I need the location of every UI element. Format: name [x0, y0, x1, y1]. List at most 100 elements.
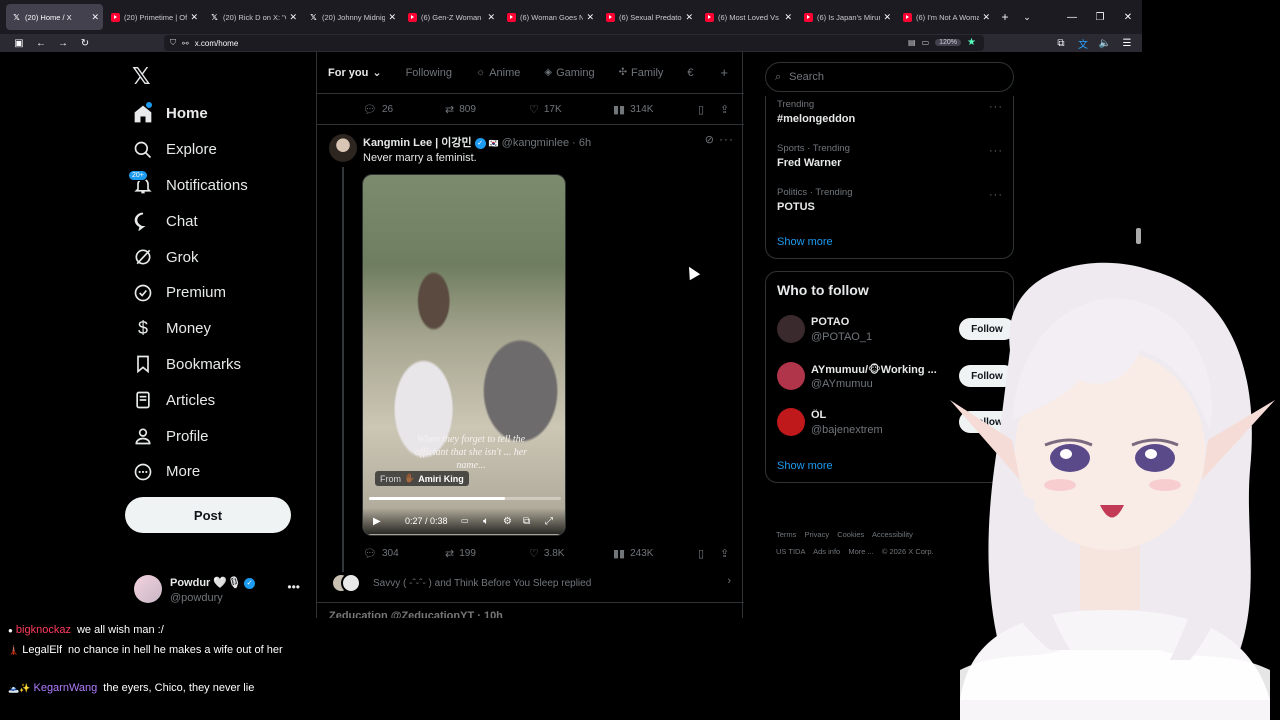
views-button[interactable]: ▮▮ 243K [613, 547, 653, 560]
share-button[interactable]: ⇪ [720, 103, 729, 116]
more-options-icon[interactable]: ••• [287, 580, 300, 594]
x-logo-icon[interactable]: 𝕏 [132, 64, 156, 88]
sidebar-item-chat[interactable]: Chat [132, 203, 248, 239]
browser-tab[interactable]: (6) I'm Not A Woma ✕ [897, 4, 994, 30]
sidebar-item-notifications[interactable]: 20+ Notifications [128, 168, 248, 204]
captions-icon[interactable]: ▭ [461, 516, 469, 525]
share-button[interactable]: ⇪ [720, 547, 729, 560]
sidebar-item-profile[interactable]: Profile [132, 418, 248, 454]
new-tab-icon[interactable]: + [994, 10, 1016, 24]
bookmark-button[interactable]: ▯ [698, 103, 704, 116]
close-tab-icon[interactable]: ✕ [487, 12, 495, 23]
trend-item[interactable]: Sports · Trending Fred Warner ··· [777, 143, 1003, 169]
close-tab-icon[interactable]: ✕ [388, 12, 396, 23]
tab-family[interactable]: ✣ Family [619, 67, 664, 79]
tab-overflow[interactable]: € [687, 67, 693, 79]
sidebar-toggle-icon[interactable]: ▣ [8, 38, 30, 49]
sidebar-item-bookmarks[interactable]: Bookmarks [132, 347, 248, 383]
footer-link[interactable]: US TIDA [776, 547, 805, 556]
close-tab-icon[interactable]: ✕ [883, 12, 891, 23]
who-to-follow-show-more-link[interactable]: Show more [777, 460, 833, 472]
browser-tab[interactable]: 𝕏 (20) Rick D on X: "O ✕ [204, 4, 301, 30]
account-switcher[interactable]: Powdur 🤍🎙 ✓ @powdury ••• [134, 572, 304, 608]
tab-for-you[interactable]: For you ⌄ [328, 66, 382, 80]
close-tab-icon[interactable]: ✕ [91, 12, 99, 23]
tweet-video[interactable]: When they forget to tell the officiant t… [362, 174, 566, 536]
extensions-icon[interactable]: ⧉ [1050, 38, 1072, 49]
tweet-handle[interactable]: @kangminlee · 6h [502, 137, 591, 149]
post-button[interactable]: Post [125, 497, 291, 533]
bookmark-star-icon[interactable]: ★ [967, 37, 976, 48]
sidebar-item-grok[interactable]: Grok [132, 239, 248, 275]
views-button[interactable]: ▮▮ 314K [613, 103, 653, 116]
browser-tab[interactable]: 𝕏 (20) Johnny Midnight ✕ [303, 4, 400, 30]
add-tab-icon[interactable]: + [720, 65, 728, 80]
footer-link[interactable]: Accessibility [872, 530, 913, 539]
close-tab-icon[interactable]: ✕ [190, 12, 198, 23]
sidebar-item-money[interactable]: $ Money [132, 311, 248, 347]
zoom-level[interactable]: 120% [935, 39, 962, 46]
footer-link[interactable]: Privacy [805, 530, 830, 539]
more-options-icon[interactable]: ··· [719, 132, 734, 146]
sidebar-item-more[interactable]: More [132, 454, 248, 490]
close-tab-icon[interactable]: ✕ [784, 12, 792, 23]
minimize-icon[interactable]: — [1058, 12, 1086, 23]
volume-icon[interactable]: 🔈︎ [483, 516, 489, 527]
tab-gaming[interactable]: ◈ Gaming [544, 67, 594, 79]
like-button[interactable]: ♡ 3.8K [529, 547, 564, 560]
footer-link[interactable]: Ads info [813, 547, 840, 556]
browser-tab[interactable]: (20) Primetime | Offici✕ [105, 4, 202, 30]
browser-tab[interactable]: 𝕏 (20) Home / X ✕ [6, 4, 103, 30]
audio-icon[interactable]: 🔈 [1094, 38, 1116, 49]
url-bar[interactable]: ⛉ ⚯ x.com/home ▤ ▭ 120% ★ [164, 35, 984, 51]
replied-row[interactable]: Savvy ( -ˆ-ˆ- ) and Think Before You Sle… [331, 572, 731, 594]
trend-item[interactable]: Politics · Trending POTUS ··· [777, 187, 1003, 213]
permissions-icon[interactable]: ⚯ [182, 39, 189, 48]
settings-icon[interactable]: ⚙ [503, 516, 512, 527]
tab-anime[interactable]: ☼ Anime [476, 67, 520, 79]
trend-item[interactable]: Trending #melongeddon ··· [777, 99, 1003, 125]
translate-icon[interactable]: 文 [1072, 36, 1094, 51]
next-tweet-preview[interactable]: Zeducation @ZeducationYT · 10h [329, 610, 503, 618]
picture-in-picture-icon[interactable]: ▭ [922, 38, 930, 47]
close-tab-icon[interactable]: ✕ [289, 12, 297, 23]
shield-icon[interactable]: ⛉ [170, 38, 176, 48]
video-progress-bar[interactable] [369, 497, 561, 500]
more-options-icon[interactable]: ··· [989, 101, 1003, 113]
sidebar-item-articles[interactable]: Articles [132, 382, 248, 418]
tab-following[interactable]: Following [406, 67, 452, 79]
sidebar-item-home[interactable]: Home [132, 96, 248, 132]
footer-link[interactable]: More ... [848, 547, 873, 556]
avatar[interactable] [777, 315, 805, 343]
search-input[interactable]: ⌕ Search [765, 62, 1014, 92]
back-icon[interactable]: ← [30, 38, 52, 49]
avatar[interactable] [777, 362, 805, 390]
close-window-icon[interactable]: ✕ [1114, 12, 1142, 23]
play-icon[interactable]: ▶ [373, 516, 381, 527]
browser-tab[interactable]: (6) Most Loved Vs M ✕ [699, 4, 796, 30]
browser-tab[interactable]: (6) Woman Goes N ✕ [501, 4, 598, 30]
menu-icon[interactable]: ☰ [1116, 38, 1138, 49]
browser-tab[interactable]: (6) Sexual Predator ✕ [600, 4, 697, 30]
forward-icon[interactable]: → [52, 38, 74, 49]
video-source-label[interactable]: From ✋🏾 Amiri King [375, 471, 469, 486]
url-text[interactable]: x.com/home [195, 39, 239, 48]
restore-icon[interactable]: ❐ [1086, 12, 1114, 23]
grok-icon[interactable]: ⊘ [705, 133, 714, 146]
sidebar-item-premium[interactable]: Premium [132, 275, 248, 311]
close-tab-icon[interactable]: ✕ [685, 12, 693, 23]
picture-in-picture-icon[interactable]: ⧉ [523, 516, 530, 527]
close-tab-icon[interactable]: ✕ [982, 12, 990, 23]
reply-button[interactable]: 💬︎ 26 [363, 103, 393, 116]
avatar[interactable] [329, 134, 357, 162]
browser-tab[interactable]: (6) Gen-Z Woman S ✕ [402, 4, 499, 30]
trends-show-more-link[interactable]: Show more [777, 236, 833, 248]
more-options-icon[interactable]: ··· [989, 189, 1003, 201]
sidebar-item-explore[interactable]: Explore [132, 132, 248, 168]
footer-link[interactable]: Cookies [837, 530, 864, 539]
reader-view-icon[interactable]: ▤ [908, 38, 916, 47]
repost-button[interactable]: ⇄ 809 [445, 103, 476, 116]
more-options-icon[interactable]: ··· [989, 145, 1003, 157]
close-tab-icon[interactable]: ✕ [586, 12, 594, 23]
bookmark-button[interactable]: ▯ [698, 547, 704, 560]
